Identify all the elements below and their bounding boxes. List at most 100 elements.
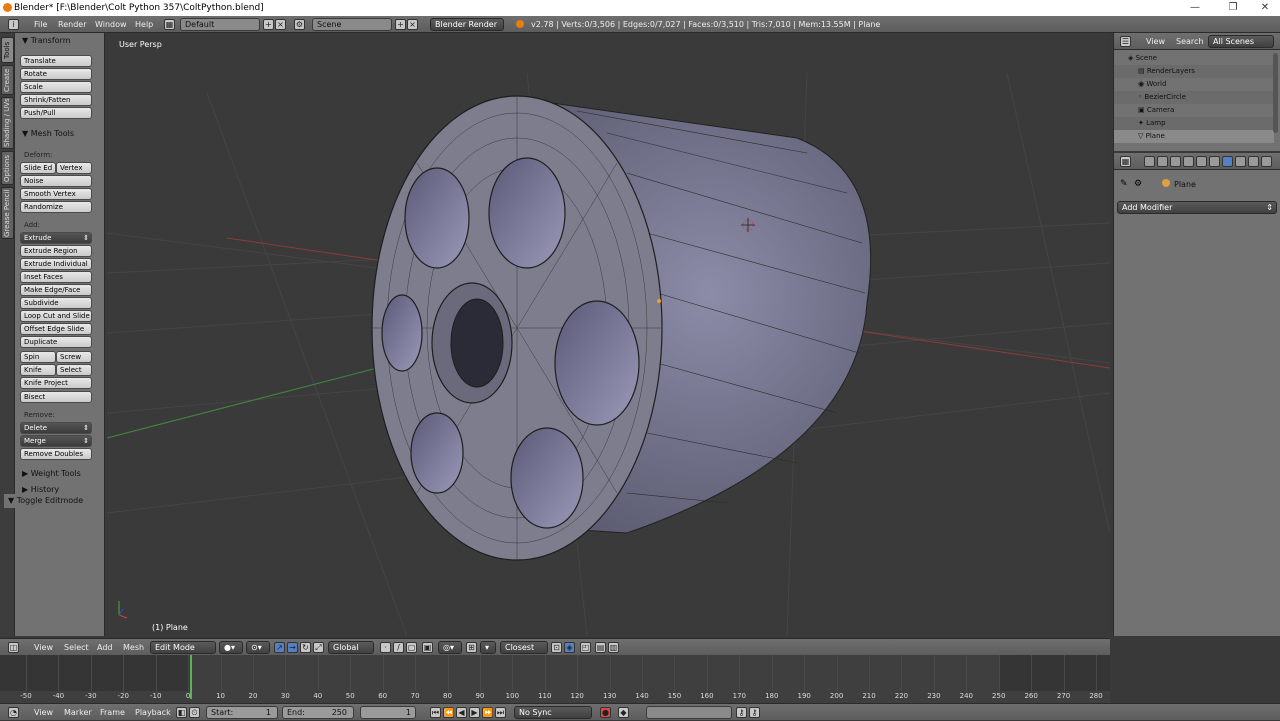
outliner-item-lamp[interactable]: ✦ Lamp (1114, 117, 1274, 130)
outliner-item-beziercircle[interactable]: ◦ BezierCircle (1114, 91, 1274, 104)
outliner-scrollbar[interactable] (1273, 53, 1278, 133)
screen-layout-icon[interactable]: ▦ (164, 19, 175, 30)
rotate-manipulator-icon[interactable]: ↻ (300, 642, 311, 653)
outliner-search-menu[interactable]: Search (1176, 33, 1203, 50)
noise-button[interactable]: Noise (20, 175, 92, 187)
snap-align-icon[interactable]: ⊡ (551, 642, 562, 653)
proportional-edit-dropdown[interactable]: ◎▾ (438, 641, 462, 654)
edge-select-icon[interactable]: / (393, 642, 404, 653)
tl-menu-frame[interactable]: Frame (100, 704, 125, 721)
outliner-item-renderlayers[interactable]: ▤ RenderLayers (1114, 65, 1274, 78)
spin-button[interactable]: Spin (20, 351, 56, 363)
rotate-button[interactable]: Rotate (20, 68, 92, 80)
toggle-editmode-panel[interactable]: ▼ Toggle Editmode (4, 494, 104, 508)
snap-target-dropdown[interactable]: Closest (500, 641, 548, 654)
menu-window[interactable]: Window (95, 16, 127, 33)
tab-shading-uvs[interactable]: Shading / UVs (1, 97, 14, 149)
inset-faces-button[interactable]: Inset Faces (20, 271, 92, 283)
layout-field[interactable]: Default (180, 18, 260, 31)
record-icon[interactable]: ● (600, 707, 611, 718)
knife-button[interactable]: Knife (20, 364, 56, 376)
face-select-icon[interactable]: ▢ (406, 642, 417, 653)
remove-layout-icon[interactable]: × (275, 19, 286, 30)
screw-button[interactable]: Screw (56, 351, 92, 363)
current-frame-field[interactable]: 1 (360, 706, 416, 719)
minimize-button[interactable]: — (1180, 0, 1210, 16)
knife-select-button[interactable]: Select (56, 364, 92, 376)
opengl-render-icon[interactable]: ◰ (580, 642, 591, 653)
keying-set-field[interactable] (646, 706, 732, 719)
jump-end-icon[interactable]: ⏭ (495, 707, 506, 718)
add-modifier-dropdown[interactable]: Add Modifier ⇕ (1117, 201, 1277, 214)
outliner-item-world[interactable]: ◉ World (1114, 78, 1274, 91)
slide-vertex-button[interactable]: Vertex (56, 162, 92, 174)
preview-range-icon[interactable]: ⏲ (189, 707, 200, 718)
orientation-dropdown[interactable]: Global (328, 641, 374, 654)
delete-keyframe-icon[interactable]: ⚷ (749, 707, 760, 718)
data-tab-icon[interactable] (1235, 156, 1246, 167)
render-engine-dropdown[interactable]: Blender Render (430, 18, 504, 31)
shading-dropdown[interactable]: ●▾ (219, 641, 243, 654)
timeline-area[interactable]: -50 -40 -30 -20 -10 0 10 20 30 40 50 60 70 80 90 100 110… (0, 655, 1110, 703)
pin-icon[interactable]: ✎ (1120, 179, 1128, 189)
scene-field[interactable]: Scene (312, 18, 392, 31)
constraints-tab-icon[interactable] (1209, 156, 1220, 167)
subdivide-button[interactable]: Subdivide (20, 297, 92, 309)
mesh-tools-panel-header[interactable]: ▼ Mesh Tools (15, 127, 105, 141)
vp-menu-view[interactable]: View (34, 639, 53, 656)
layers-icon[interactable]: ▥ (608, 642, 619, 653)
mode-dropdown[interactable]: Edit Mode (150, 641, 216, 654)
render-tab-icon[interactable] (1144, 156, 1155, 167)
3d-view-editor-icon[interactable]: ◫ (8, 642, 19, 653)
scale-button[interactable]: Scale (20, 81, 92, 93)
merge-dropdown[interactable]: Merge ⇕ (20, 435, 92, 447)
close-button[interactable]: ✕ (1250, 0, 1280, 16)
outliner-item-camera[interactable]: ▣ Camera (1114, 104, 1274, 117)
3d-viewport[interactable]: User Persp (1) Plane (107, 33, 1110, 636)
vp-menu-select[interactable]: Select (64, 639, 89, 656)
outliner-item-plane[interactable]: ▽ Plane (1114, 130, 1274, 143)
extrude-region-button[interactable]: Extrude Region (20, 245, 92, 257)
menu-help[interactable]: Help (135, 16, 153, 33)
remove-doubles-button[interactable]: Remove Doubles (20, 448, 92, 460)
smooth-vertex-button[interactable]: Smooth Vertex (20, 188, 92, 200)
bisect-button[interactable]: Bisect (20, 391, 92, 403)
snap-toggle-icon[interactable]: ⊞ (466, 642, 477, 653)
info-editor-icon[interactable]: i (8, 19, 19, 30)
timeline-editor-icon[interactable]: ◔ (8, 707, 19, 718)
snap-element-dropdown[interactable]: ▾ (480, 641, 496, 654)
randomize-button[interactable]: Randomize (20, 201, 92, 213)
slide-edge-button[interactable]: Slide Ed (20, 162, 56, 174)
tl-menu-playback[interactable]: Playback (135, 704, 171, 721)
limit-selection-icon[interactable]: ▣ (422, 642, 433, 653)
sync-dropdown[interactable]: No Sync (514, 706, 592, 719)
outliner-filter-dropdown[interactable]: All Scenes (1208, 35, 1274, 48)
outliner-editor-icon[interactable]: ☰ (1120, 36, 1131, 47)
offset-edge-slide-button[interactable]: Offset Edge Slide (20, 323, 92, 335)
extrude-individual-button[interactable]: Extrude Individual (20, 258, 92, 270)
maximize-button[interactable]: ❐ (1218, 0, 1248, 16)
menu-file[interactable]: File (34, 16, 47, 33)
manipulator-toggle-icon[interactable]: ↗ (274, 642, 285, 653)
outliner-item-scene[interactable]: ◈ Scene (1114, 52, 1274, 65)
opengl-anim-icon[interactable]: ▤ (595, 642, 606, 653)
modifier-wrench-icon[interactable] (1222, 156, 1233, 167)
remove-scene-icon[interactable]: × (407, 19, 418, 30)
extrude-dropdown[interactable]: Extrude ⇕ (20, 232, 92, 244)
insert-keyframe-icon[interactable]: ⚷ (736, 707, 747, 718)
vp-menu-add[interactable]: Add (97, 639, 113, 656)
shrink-fatten-button[interactable]: Shrink/Fatten (20, 94, 92, 106)
add-scene-icon[interactable]: + (395, 19, 406, 30)
material-tab-icon[interactable] (1248, 156, 1259, 167)
scene-icon[interactable]: ⚙ (294, 19, 305, 30)
world-tab-icon[interactable] (1183, 156, 1194, 167)
play-icon[interactable]: ▶ (469, 707, 480, 718)
pivot-dropdown[interactable]: ⊙▾ (246, 641, 270, 654)
tab-create[interactable]: Create (1, 65, 14, 95)
tab-options[interactable]: Options (1, 151, 14, 185)
weight-tools-panel-header[interactable]: ▶ Weight Tools (15, 467, 105, 481)
duplicate-button[interactable]: Duplicate (20, 336, 92, 348)
loop-cut-slide-button[interactable]: Loop Cut and Slide (20, 310, 92, 322)
add-layout-icon[interactable]: + (263, 19, 274, 30)
properties-editor-icon[interactable]: ▦ (1120, 156, 1131, 167)
